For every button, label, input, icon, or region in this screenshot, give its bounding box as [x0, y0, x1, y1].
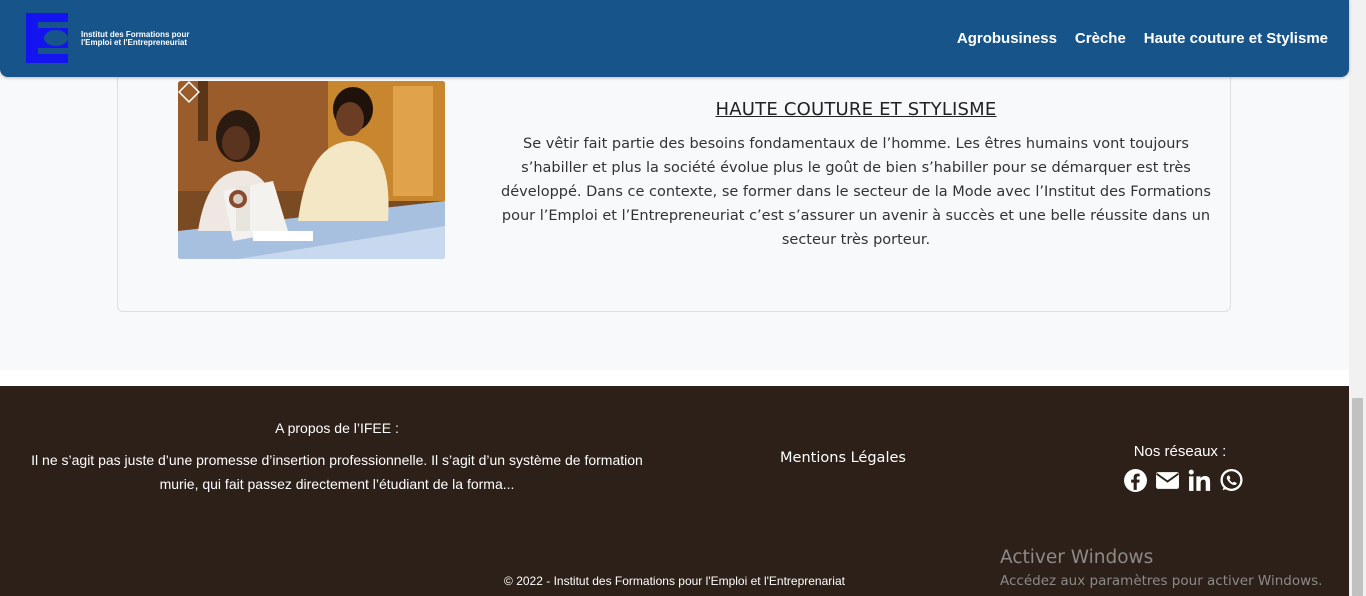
about-text: Il ne s’agit pas juste d’une promesse d’… [31, 452, 643, 492]
vertical-scrollbar[interactable] [1349, 0, 1366, 596]
legal-notice-link[interactable]: Mentions Légales [743, 450, 943, 466]
section-divider [0, 370, 1349, 386]
windows-activation-subtitle: Accédez aux paramètres pour activer Wind… [1000, 573, 1323, 589]
social-title: Nos réseaux : [1133, 443, 1227, 460]
envelope-icon[interactable] [1155, 468, 1180, 493]
social-links [1123, 468, 1244, 493]
brand-line-2: l'Emploi et l'Entrepreneuriat [81, 38, 188, 47]
article-title: HAUTE COUTURE ET STYLISME [715, 99, 997, 120]
nav-link-agrobusiness[interactable]: Agrobusiness [957, 30, 1057, 47]
footer: A propos de l’IFEE : Il ne s’agit pas ju… [0, 386, 1349, 596]
scrollbar-thumb[interactable] [1352, 398, 1363, 596]
brand-name[interactable]: Institut des Formations pour l'Emploi et… [81, 31, 189, 47]
linkedin-icon[interactable] [1187, 468, 1212, 493]
windows-activation-title: Activer Windows [1000, 547, 1154, 568]
nav-link-creche[interactable]: Crèche [1075, 30, 1126, 47]
facebook-icon[interactable] [1123, 468, 1148, 493]
main-nav: Agrobusiness Crèche Haute couture et Sty… [957, 30, 1328, 47]
nav-link-haute-couture[interactable]: Haute couture et Stylisme [1144, 30, 1328, 47]
ifee-logo-icon[interactable] [26, 13, 68, 63]
article-body: Se vêtir fait partie des besoins fondame… [501, 136, 1211, 248]
sewing-photo [178, 81, 445, 259]
whatsapp-icon[interactable] [1219, 468, 1244, 493]
about-title: A propos de l’IFEE : [275, 420, 399, 436]
top-navbar: Institut des Formations pour l'Emploi et… [0, 0, 1349, 77]
